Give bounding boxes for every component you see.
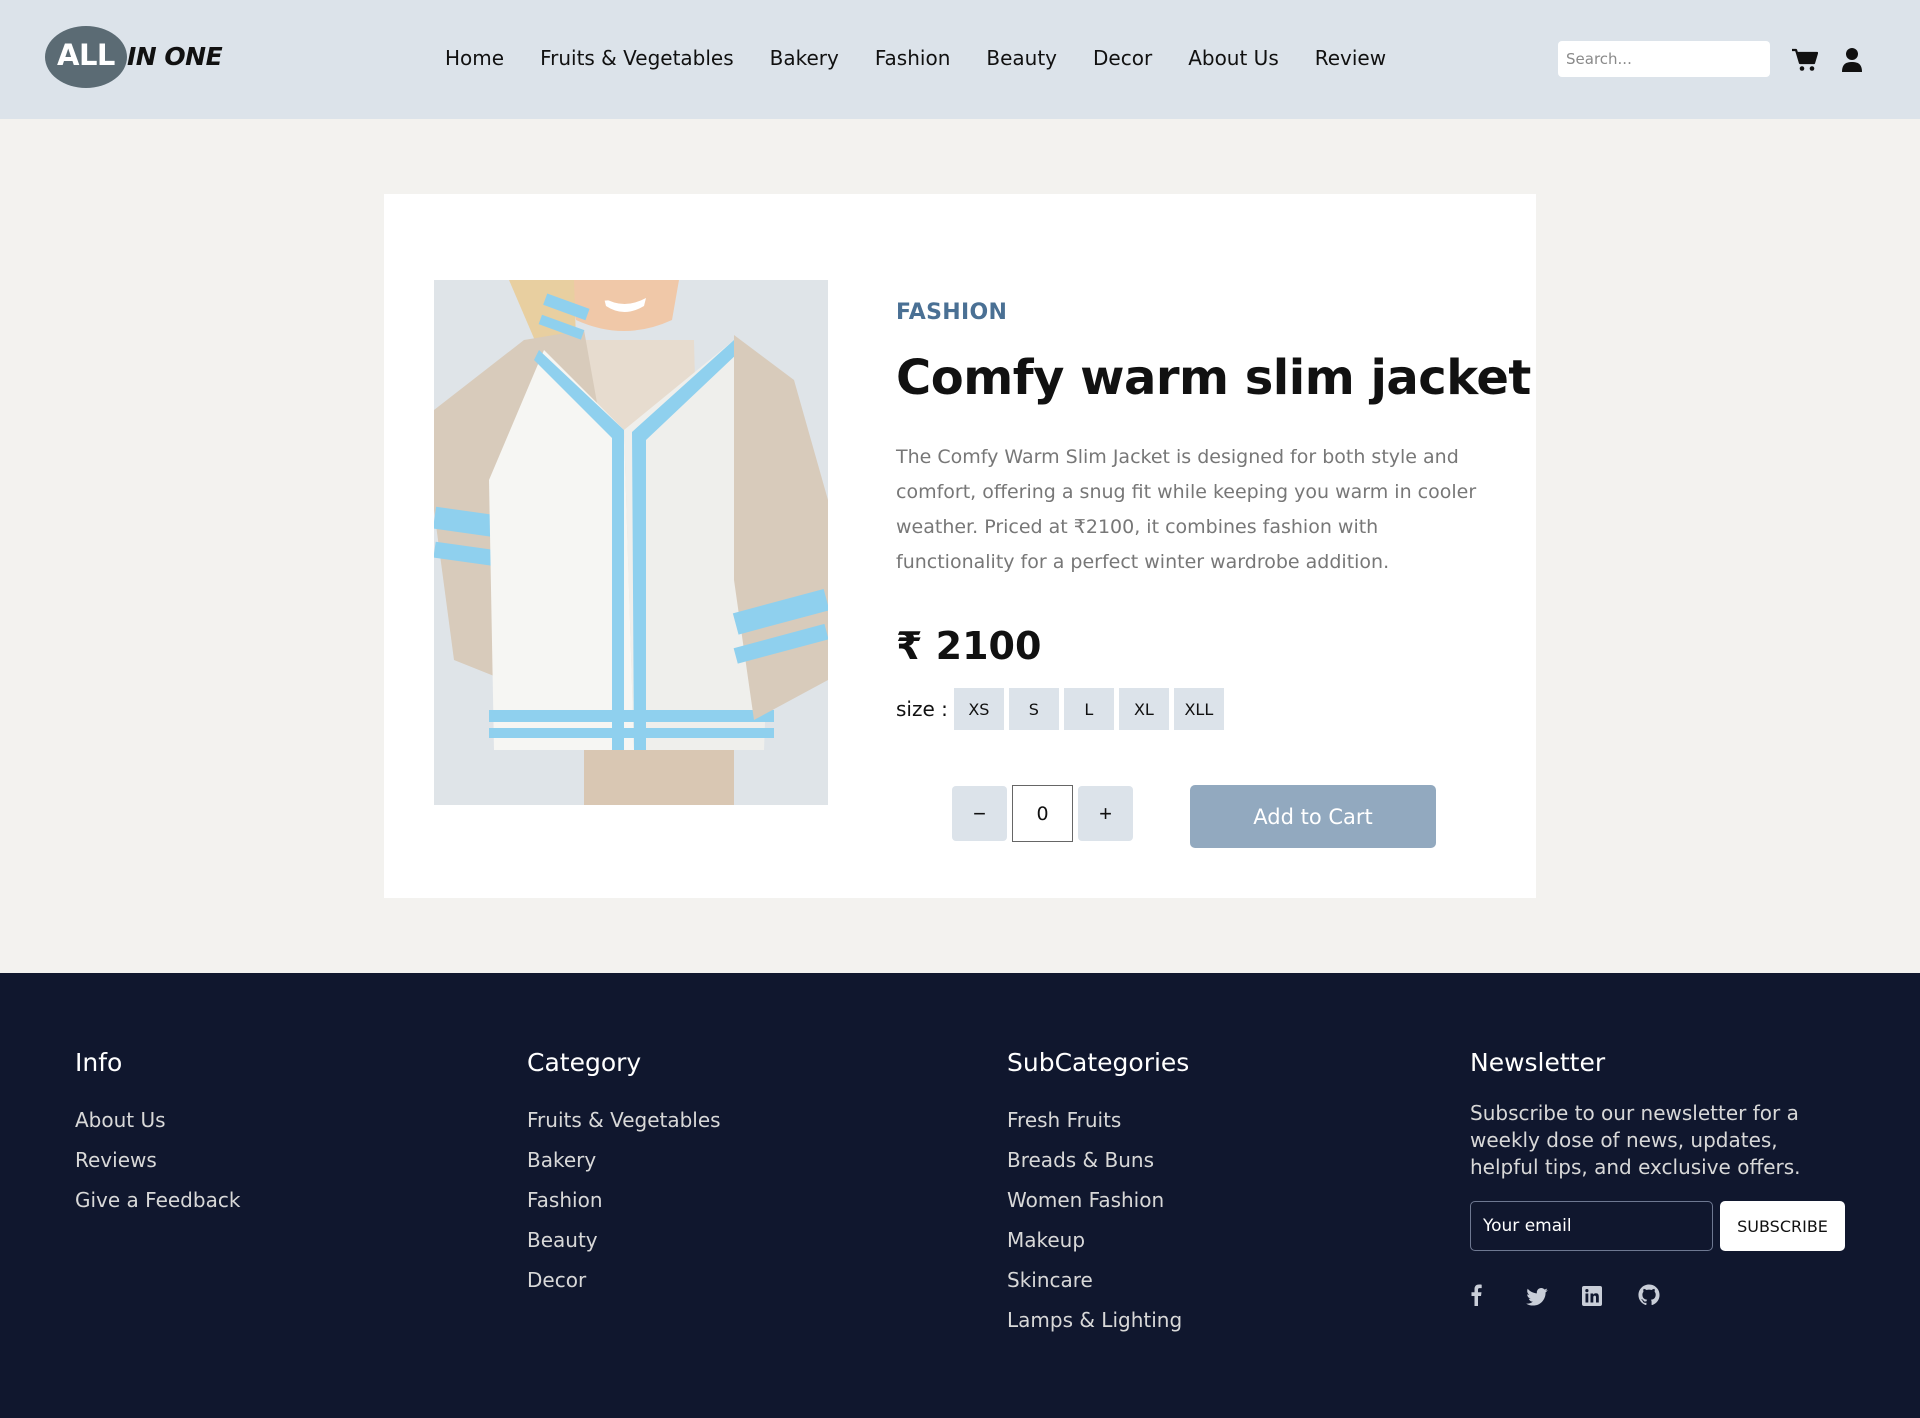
decrement-button[interactable]: − xyxy=(952,786,1007,841)
nav-about-us[interactable]: About Us xyxy=(1188,46,1279,70)
nav-fashion[interactable]: Fashion xyxy=(875,46,951,70)
logo[interactable]: ALL IN ONE xyxy=(45,26,235,88)
newsletter-email-input[interactable] xyxy=(1470,1201,1713,1251)
nav-bakery[interactable]: Bakery xyxy=(770,46,839,70)
footer-newsletter-column: Newsletter Subscribe to our newsletter f… xyxy=(1470,1048,1850,1306)
footer-link-skincare[interactable]: Skincare xyxy=(1007,1260,1189,1300)
product-info: FASHION Comfy warm slim jacket The Comfy… xyxy=(896,300,1531,730)
footer-link-beauty[interactable]: Beauty xyxy=(527,1220,721,1260)
main-nav: Home Fruits & Vegetables Bakery Fashion … xyxy=(445,46,1422,70)
footer-link-fresh-fruits[interactable]: Fresh Fruits xyxy=(1007,1100,1189,1140)
footer-link-about-us[interactable]: About Us xyxy=(75,1100,240,1140)
footer-subcategories-heading: SubCategories xyxy=(1007,1048,1190,1077)
newsletter-form: SUBSCRIBE xyxy=(1470,1201,1850,1251)
product-price: ₹ 2100 xyxy=(896,624,1042,668)
quantity-stepper: − 0 + xyxy=(952,785,1133,842)
size-label: size : xyxy=(896,697,948,721)
size-option-l[interactable]: L xyxy=(1063,688,1114,730)
logo-all-text: ALL xyxy=(57,38,115,72)
nav-fruits-vegetables[interactable]: Fruits & Vegetables xyxy=(540,46,734,70)
subscribe-button[interactable]: SUBSCRIBE xyxy=(1720,1201,1845,1251)
logo-in-one-text: IN ONE xyxy=(127,42,223,71)
footer-newsletter-heading: Newsletter xyxy=(1470,1048,1606,1077)
footer-link-fashion[interactable]: Fashion xyxy=(527,1180,721,1220)
site-footer: Info About Us Reviews Give a Feedback Ca… xyxy=(0,973,1920,1418)
nav-home[interactable]: Home xyxy=(445,46,504,70)
footer-info-heading: Info xyxy=(75,1048,123,1077)
facebook-icon[interactable] xyxy=(1470,1279,1494,1306)
footer-link-reviews[interactable]: Reviews xyxy=(75,1140,240,1180)
size-option-xll[interactable]: XLL xyxy=(1173,688,1224,730)
footer-category-heading: Category xyxy=(527,1048,642,1077)
size-selector: size : XS S L XL XLL xyxy=(896,688,1506,730)
size-option-xs[interactable]: XS xyxy=(953,688,1004,730)
site-header: ALL IN ONE Home Fruits & Vegetables Bake… xyxy=(0,0,1920,119)
user-icon[interactable] xyxy=(1841,47,1863,73)
footer-link-feedback[interactable]: Give a Feedback xyxy=(75,1180,240,1220)
linkedin-icon[interactable] xyxy=(1582,1279,1606,1306)
quantity-field[interactable]: 0 xyxy=(1012,785,1073,842)
twitter-icon[interactable] xyxy=(1526,1279,1550,1306)
footer-link-bakery[interactable]: Bakery xyxy=(527,1140,721,1180)
product-image xyxy=(434,280,828,805)
footer-link-lamps-lighting[interactable]: Lamps & Lighting xyxy=(1007,1300,1189,1340)
footer-link-women-fashion[interactable]: Women Fashion xyxy=(1007,1180,1189,1220)
size-option-xl[interactable]: XL xyxy=(1118,688,1169,730)
newsletter-description: Subscribe to our newsletter for a weekly… xyxy=(1470,1101,1801,1179)
github-icon[interactable] xyxy=(1638,1279,1662,1306)
footer-link-breads-buns[interactable]: Breads & Buns xyxy=(1007,1140,1189,1180)
size-option-s[interactable]: S xyxy=(1008,688,1059,730)
increment-button[interactable]: + xyxy=(1078,786,1133,841)
footer-category-column: Category Fruits & Vegetables Bakery Fash… xyxy=(527,1048,721,1300)
product-title: Comfy warm slim jacket xyxy=(896,350,1531,406)
footer-link-fruits-vegetables[interactable]: Fruits & Vegetables xyxy=(527,1100,721,1140)
search-input[interactable] xyxy=(1558,41,1770,77)
product-category[interactable]: FASHION xyxy=(896,300,1506,325)
nav-review[interactable]: Review xyxy=(1315,46,1386,70)
nav-decor[interactable]: Decor xyxy=(1093,46,1152,70)
product-card: FASHION Comfy warm slim jacket The Comfy… xyxy=(384,194,1536,898)
footer-subcategories-column: SubCategories Fresh Fruits Breads & Buns… xyxy=(1007,1048,1189,1340)
add-to-cart-button[interactable]: Add to Cart xyxy=(1190,785,1436,848)
product-description: The Comfy Warm Slim Jacket is designed f… xyxy=(896,446,1477,573)
footer-info-column: Info About Us Reviews Give a Feedback xyxy=(75,1048,240,1220)
footer-link-makeup[interactable]: Makeup xyxy=(1007,1220,1189,1260)
social-links xyxy=(1470,1279,1850,1306)
footer-link-decor[interactable]: Decor xyxy=(527,1260,721,1300)
cart-icon[interactable] xyxy=(1792,48,1818,72)
nav-beauty[interactable]: Beauty xyxy=(986,46,1057,70)
